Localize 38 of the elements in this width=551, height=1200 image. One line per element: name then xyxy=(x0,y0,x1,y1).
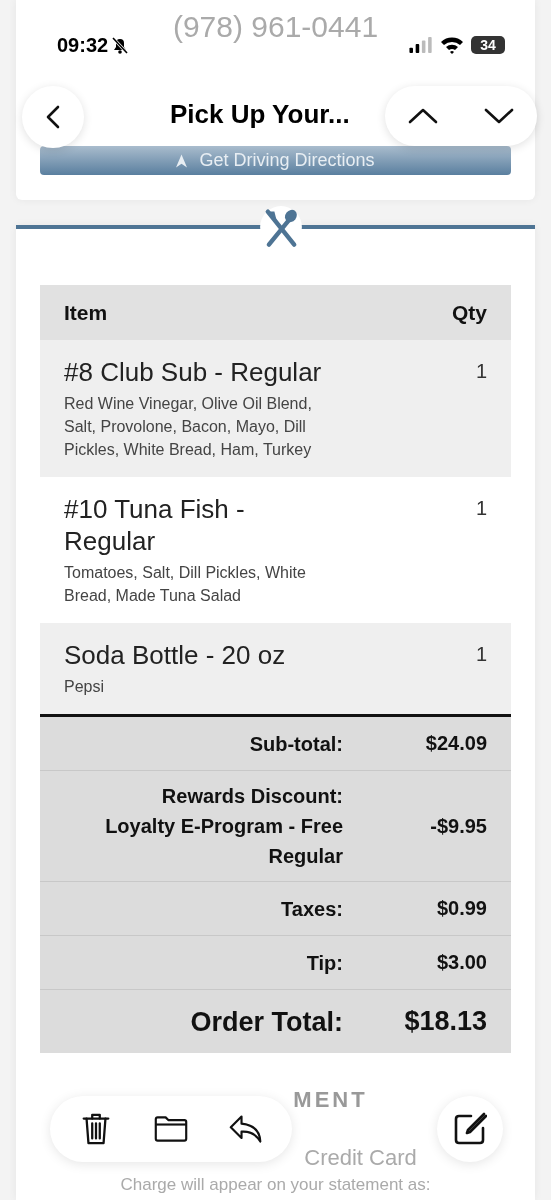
chevron-left-icon xyxy=(46,105,60,129)
reply-arrow-icon xyxy=(229,1112,264,1146)
total-label: Sub-total: xyxy=(248,731,343,757)
item-quantity: 1 xyxy=(475,642,487,667)
total-label: Taxes: xyxy=(280,896,343,922)
item-details: Pepsi xyxy=(64,677,106,697)
item-details: Tomatoes, Salt, Dill Pickles, White Bread, Made Tuna Salad xyxy=(64,563,307,606)
chevron-down-icon xyxy=(484,108,514,124)
total-value: $3.00 xyxy=(435,951,488,974)
compose-icon xyxy=(453,1112,487,1146)
item-details: Red Wine Vinegar, Olive Oil Blend, Salt, Provolone, Bacon, Mayo, Dill Pickles, White Bread, Ham, Turkey xyxy=(64,394,313,460)
column-header: Qty xyxy=(452,300,487,325)
total-value: $18.13 xyxy=(403,1006,488,1037)
item-name: #10 Tuna Fish - Regular xyxy=(64,493,246,557)
payment-method: Credit Card xyxy=(304,1145,417,1171)
directions-button[interactable]: Get Driving Directions xyxy=(40,146,511,175)
total-value: -$9.95 xyxy=(429,814,488,838)
signal-icon xyxy=(409,37,433,53)
total-value: $0.99 xyxy=(435,897,488,920)
item-name: #8 Club Sub - Regular xyxy=(64,356,323,388)
total-label: Order Total: xyxy=(189,1006,343,1037)
total-label: Tip: xyxy=(305,950,343,976)
item-quantity: 1 xyxy=(475,496,487,521)
item-name: Soda Bottle - 20 oz xyxy=(64,639,287,671)
muted-bell-icon xyxy=(110,35,131,55)
total-value: $24.09 xyxy=(424,732,488,755)
chevron-up-icon xyxy=(408,108,438,124)
navigation-arrow-icon xyxy=(176,153,188,168)
wifi-icon xyxy=(440,36,464,54)
phone-number: (978) 961-0441 xyxy=(172,10,379,44)
total-label: Rewards Discount: Loyalty E-Program - Free Regular xyxy=(104,784,343,869)
column-header: Item xyxy=(64,300,108,325)
status-time: 09:32 xyxy=(57,33,109,57)
item-quantity: 1 xyxy=(475,359,487,384)
battery-level: 34 xyxy=(471,36,505,54)
payment-note: Charge will appear on your statement as: xyxy=(120,1175,431,1195)
nav-title: Pick Up Your... xyxy=(170,99,350,130)
section-heading: MENT xyxy=(293,1087,368,1114)
